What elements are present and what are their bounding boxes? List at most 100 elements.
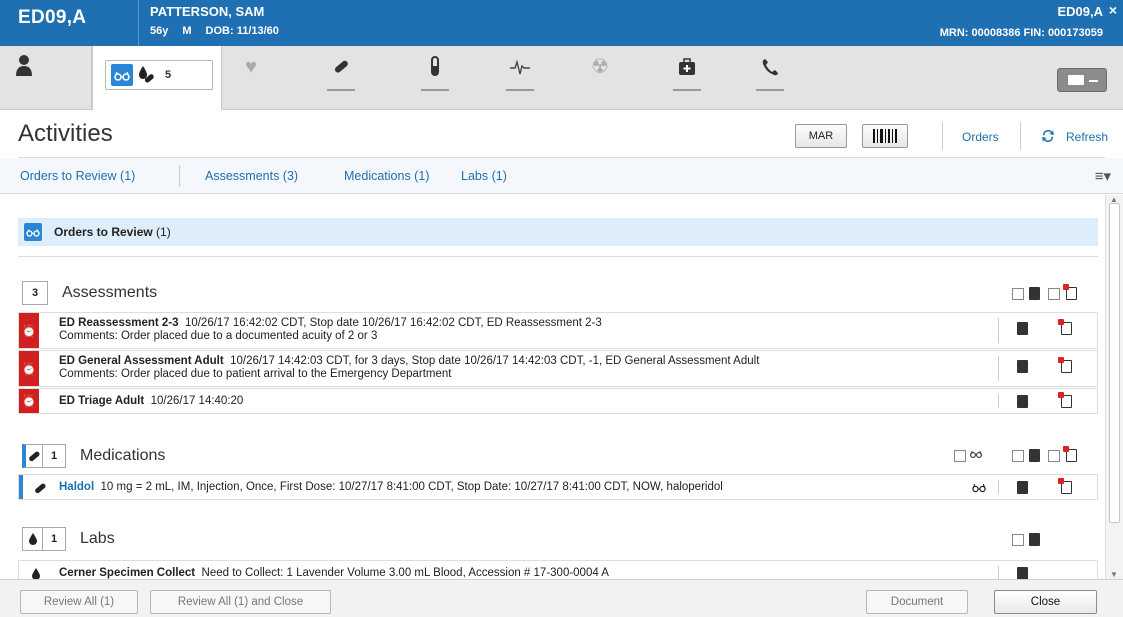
chart-not-done-icon <box>1063 284 1077 300</box>
row-divider <box>998 566 999 579</box>
document-icon[interactable] <box>1017 567 1028 579</box>
assessments-count: 3 <box>22 281 48 305</box>
close-icon[interactable]: × <box>1109 2 1117 18</box>
tab-activities[interactable]: 5 <box>92 46 222 110</box>
patient-name: PATTERSON, SAM <box>150 4 265 19</box>
chart-not-done-icon[interactable] <box>1058 357 1072 373</box>
page-title: Activities <box>18 120 113 147</box>
review-all-button[interactable]: Review All (1) <box>20 590 138 614</box>
tray-toggle-button[interactable] <box>1057 68 1107 92</box>
document-icon[interactable] <box>1017 481 1028 494</box>
activities-count: 5 <box>165 69 172 81</box>
row-divider <box>998 318 999 343</box>
document-icon[interactable] <box>1017 395 1028 408</box>
row-text: ED Reassessment 2-3 10/26/17 16:42:02 CD… <box>59 317 602 343</box>
medication-name-link[interactable]: Haldol <box>59 481 94 493</box>
select-all-chart-checkbox[interactable] <box>1048 450 1060 462</box>
document-icon[interactable] <box>1017 322 1028 335</box>
section-divider <box>18 256 1098 257</box>
medical-kit-icon[interactable] <box>672 56 702 96</box>
drop-icon <box>22 527 42 551</box>
section-nav: Orders to Review (1) Assessments (3) Med… <box>0 158 1123 194</box>
select-all-chart-checkbox[interactable] <box>1048 288 1060 300</box>
tab-orders-to-review[interactable]: Orders to Review (1) <box>20 169 135 183</box>
review-all-close-button[interactable]: Review All (1) and Close <box>150 590 331 614</box>
select-all-document-checkbox[interactable] <box>1012 534 1024 546</box>
select-all-document-checkbox[interactable] <box>1012 450 1024 462</box>
task-name: ED Triage Adult <box>59 395 145 407</box>
heart-icon[interactable]: ♥ <box>236 56 266 96</box>
alarm-clock-icon: ⏰ <box>19 351 39 386</box>
activity-list: Orders to Review (1) 3 Assessments ⏰ ED … <box>0 195 1105 579</box>
barcode-icon <box>873 129 897 143</box>
medications-title: Medications <box>80 447 166 464</box>
table-row[interactable]: ⏰ ED Triage Adult 10/26/17 14:40:20 <box>18 388 1098 414</box>
select-all-review-checkbox[interactable] <box>954 450 966 462</box>
task-detail: 10/26/17 14:42:03 CDT, for 3 days, Stop … <box>230 355 760 367</box>
patient-banner: ED09,A PATTERSON, SAM 56y M DOB: 11/13/6… <box>0 0 1123 46</box>
document-button[interactable]: Document <box>866 590 968 614</box>
refresh-icon[interactable] <box>1040 128 1056 147</box>
assessments-title: Assessments <box>62 284 158 301</box>
orders-link[interactable]: Orders <box>962 130 999 144</box>
close-button[interactable]: Close <box>994 590 1097 614</box>
select-all-document-checkbox[interactable] <box>1012 288 1024 300</box>
medications-count: 1 <box>42 444 66 468</box>
pill-icon <box>33 481 47 498</box>
alarm-clock-icon: ⏰ <box>19 313 39 348</box>
orders-to-review-header[interactable]: Orders to Review (1) <box>18 218 1098 246</box>
task-detail: 10/26/17 16:42:02 CDT, Stop date 10/26/1… <box>184 317 602 329</box>
patient-age: 56y <box>150 25 169 37</box>
radiology-icon[interactable]: ☢ <box>585 56 615 96</box>
orders-to-review-count: (1) <box>156 225 171 239</box>
orders-to-review-label: Orders to Review <box>54 225 153 239</box>
table-row[interactable]: Cerner Specimen Collect Need to Collect:… <box>18 560 1098 579</box>
person-icon[interactable] <box>14 54 34 78</box>
chart-not-done-icon[interactable] <box>1058 478 1072 494</box>
title-divider <box>1020 122 1021 150</box>
nav-divider <box>179 165 180 187</box>
banner-ids: MRN: 00008386 FIN: 000173059 <box>939 27 1103 39</box>
mar-button[interactable]: MAR <box>795 124 847 148</box>
lab-name: Cerner Specimen Collect <box>59 567 196 579</box>
scroll-down-icon[interactable]: ▼ <box>1110 570 1118 579</box>
scrollbar-thumb[interactable] <box>1109 203 1120 523</box>
pill-icon[interactable] <box>326 56 356 96</box>
medications-header: 1 Medications <box>22 444 165 468</box>
vitals-icon[interactable] <box>505 56 535 96</box>
phone-icon[interactable] <box>755 56 785 96</box>
glasses-icon[interactable] <box>971 482 987 496</box>
medication-detail: 10 mg = 2 mL, IM, Injection, Once, First… <box>100 481 723 493</box>
chart-not-done-icon[interactable] <box>1058 319 1072 335</box>
patient-demographics: 56y M DOB: 11/13/60 <box>150 25 279 37</box>
table-row[interactable]: ⏰ ED General Assessment Adult 10/26/17 1… <box>18 350 1098 387</box>
table-row[interactable]: Haldol 10 mg = 2 mL, IM, Injection, Once… <box>18 474 1098 500</box>
pill-icon <box>22 444 42 468</box>
drop-pill-icon <box>139 66 154 83</box>
refresh-link[interactable]: Refresh <box>1066 130 1108 144</box>
test-tube-icon[interactable] <box>420 56 450 96</box>
task-comment: Comments: Order placed due to patient ar… <box>59 368 452 380</box>
alarm-clock-icon: ⏰ <box>19 389 39 413</box>
labs-count: 1 <box>42 527 66 551</box>
tab-assessments[interactable]: Assessments (3) <box>205 169 298 183</box>
menu-icon[interactable]: ≡▾ <box>1095 167 1111 185</box>
patient-dob: DOB: 11/13/60 <box>205 25 279 37</box>
barcode-button[interactable] <box>862 124 908 148</box>
lab-detail: Need to Collect: 1 Lavender Volume 3.00 … <box>201 567 609 579</box>
tab-labs[interactable]: Labs (1) <box>461 169 507 183</box>
footer-bar: Review All (1) Review All (1) and Close … <box>0 579 1123 617</box>
labs-header: 1 Labs <box>22 527 115 551</box>
chart-not-done-icon <box>1063 446 1077 462</box>
document-icon <box>1029 287 1040 300</box>
task-detail: 10/26/17 14:40:20 <box>150 395 244 407</box>
chart-not-done-icon[interactable] <box>1058 392 1072 408</box>
drop-icon <box>31 567 41 579</box>
tab-medications[interactable]: Medications (1) <box>344 169 429 183</box>
vertical-scrollbar[interactable]: ▲ ▼ <box>1105 195 1123 579</box>
title-divider <box>942 122 943 150</box>
table-row[interactable]: ⏰ ED Reassessment 2-3 10/26/17 16:42:02 … <box>18 312 1098 349</box>
location-label: ED09,A <box>18 7 87 28</box>
document-icon[interactable] <box>1017 360 1028 373</box>
activities-tab-button[interactable]: 5 <box>105 60 213 90</box>
